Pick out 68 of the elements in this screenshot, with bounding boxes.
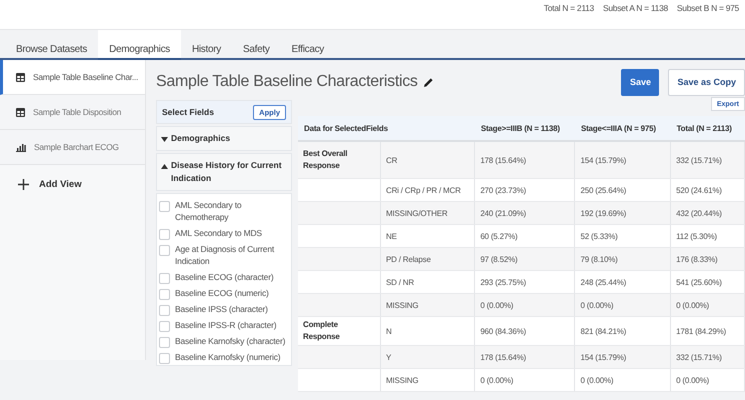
column-header: Stage<=IIIA (N = 975) — [574, 116, 671, 141]
field-label: Baseline Karnofsky (numeric) — [175, 350, 280, 363]
section-header[interactable]: Disease History for Current Indication — [156, 153, 292, 191]
checkbox[interactable] — [159, 288, 170, 300]
table-cell: 97 (8.52%) — [474, 248, 575, 270]
field-label: AML Secondary to Chemotherapy — [175, 198, 242, 224]
checkbox[interactable] — [159, 336, 170, 348]
table-cell: 0 (0.00%) — [474, 294, 575, 316]
summary-count: Subset A N = 1138 — [603, 3, 668, 13]
column-header: Data for SelectedFields — [298, 116, 475, 141]
bar-chart-icon — [16, 142, 26, 152]
table-cell: 0 (0.00%) — [574, 368, 671, 392]
table-cell: Y — [380, 346, 475, 368]
table-cell: 192 (19.69%) — [574, 202, 671, 224]
checkbox[interactable] — [159, 228, 170, 240]
table-cell: PD / Relapse — [380, 248, 475, 270]
column-header: Total (N = 2113) — [670, 116, 744, 141]
table-icon — [16, 108, 25, 116]
field-label: Age at Diagnosis of Current Indication — [175, 242, 276, 268]
checkbox[interactable] — [159, 200, 170, 212]
panel-title: Select Fields — [162, 107, 214, 117]
pencil-icon[interactable] — [422, 76, 434, 88]
table-cell: 79 (8.10%) — [574, 248, 671, 270]
nav-tab[interactable]: Demographics — [98, 30, 181, 60]
checkbox[interactable] — [159, 272, 170, 284]
field-label: Baseline IPSS-R (character) — [175, 318, 276, 331]
table-cell: 154 (15.79%) — [574, 141, 671, 178]
view-title: Sample Table Baseline Characteristics — [156, 73, 418, 91]
table-cell: MISSING — [380, 368, 475, 392]
field-label: AML Secondary to MDS — [175, 226, 262, 239]
field-label: Baseline ECOG (numeric) — [175, 286, 269, 299]
table-cell: 432 (20.44%) — [670, 202, 744, 224]
save-button[interactable]: Save — [621, 68, 660, 96]
save-as-copy-button[interactable]: Save as Copy — [668, 68, 745, 96]
column-header: Stage>=IIIB (N = 1138) — [474, 116, 575, 141]
nav-tab[interactable]: Browse Datasets — [5, 30, 98, 58]
checkbox[interactable] — [159, 352, 170, 364]
field-label: Baseline Karnofsky (character) — [175, 334, 286, 347]
plus-icon — [18, 179, 29, 190]
table-cell: 176 (8.33%) — [670, 248, 744, 270]
table-cell: 0 (0.00%) — [574, 294, 671, 316]
field-label: Baseline IPSS (character) — [175, 302, 268, 315]
table-cell: 178 (15.64%) — [474, 346, 575, 368]
table-icon — [16, 72, 25, 82]
nav-tab[interactable]: History — [180, 30, 232, 58]
table-cell: 332 (15.71%) — [670, 346, 744, 368]
table-cell: Best Overall Response — [298, 141, 380, 178]
section-header[interactable]: Demographics — [156, 126, 292, 151]
nav-tab[interactable]: Safety — [232, 30, 281, 58]
table-cell: 332 (15.71%) — [670, 141, 744, 178]
table-cell: MISSING/OTHER — [380, 202, 475, 224]
table-cell: CR — [380, 141, 475, 178]
add-view-button[interactable]: Add View — [0, 165, 82, 190]
nav-tab[interactable]: Efficacy — [280, 30, 335, 58]
field-label: Baseline ECOG (character) — [175, 270, 274, 283]
checkbox[interactable] — [159, 244, 170, 256]
table-cell: MISSING — [380, 294, 475, 316]
table-cell: 240 (21.09%) — [474, 202, 575, 224]
summary-count: Subset B N = 975 — [676, 3, 739, 13]
table-cell: 154 (15.79%) — [574, 346, 671, 368]
checkbox[interactable] — [159, 304, 170, 316]
table-cell: 178 (15.64%) — [474, 141, 575, 178]
checkbox[interactable] — [159, 320, 170, 332]
summary-count: Total N = 2113 — [544, 3, 594, 13]
table-cell: 0 (0.00%) — [670, 368, 744, 392]
table-cell: 0 (0.00%) — [474, 368, 575, 392]
view-item[interactable]: Sample Table Baseline Char... — [0, 60, 145, 95]
table-cell: 0 (0.00%) — [670, 294, 744, 316]
